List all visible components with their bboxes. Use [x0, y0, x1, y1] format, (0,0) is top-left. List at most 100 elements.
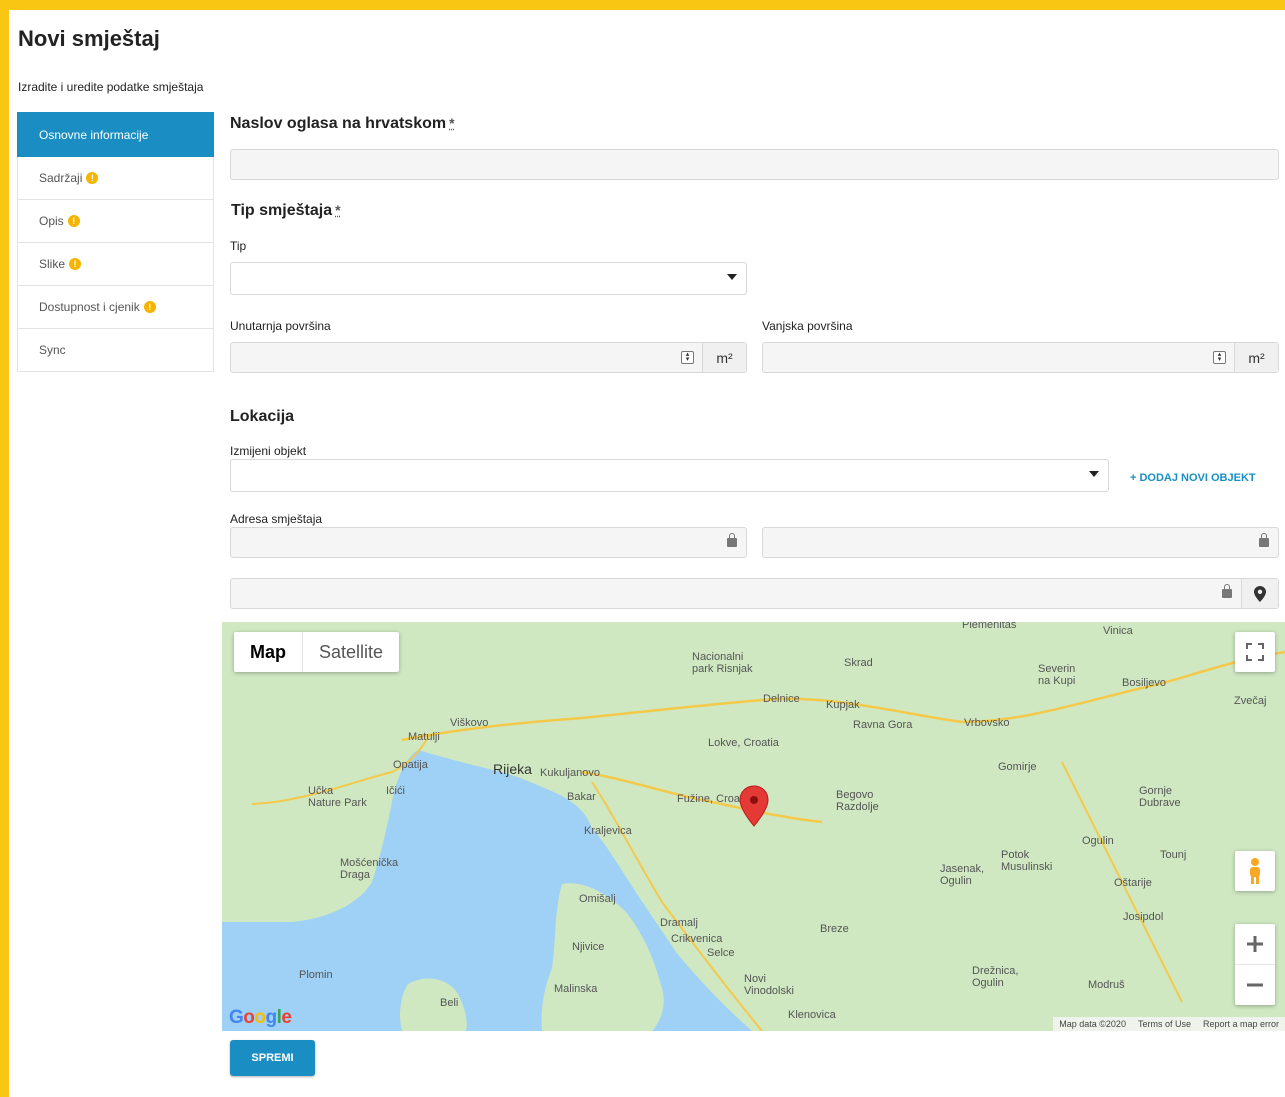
add-new-object-link[interactable]: + DODAJ NOVI OBJEKT: [1130, 472, 1256, 484]
fullscreen-icon: [1246, 643, 1264, 661]
sidebar-item-dostupnost-i-cjenik[interactable]: Dostupnost i cjenik !: [17, 286, 214, 329]
sidebar-item-label: Sync: [39, 343, 66, 357]
heading-text: Naslov oglasa na hrvatskom: [230, 115, 447, 132]
map-place-label: Bosiljevo: [1122, 677, 1166, 689]
map-place-label: Njivice: [572, 941, 604, 953]
sidebar-nav: Osnovne informacije Sadržaji ! Opis ! Sl…: [17, 112, 214, 372]
sidebar-item-label: Osnovne informacije: [39, 127, 149, 142]
map-place-label: Vrbovsko: [964, 717, 1009, 729]
spinner-icon[interactable]: ▴ ▾: [681, 351, 694, 364]
zoom-out-button[interactable]: [1235, 965, 1275, 1005]
google-logo-letter: G: [229, 1007, 244, 1028]
area-unit-addon: m²: [1234, 343, 1278, 372]
listing-title-input[interactable]: [230, 149, 1279, 180]
map-place-label: Ravna Gora: [853, 719, 913, 731]
map-place-label: Selce: [707, 947, 735, 959]
title-section-heading: Naslov oglasa na hrvatskom *: [230, 115, 455, 133]
map-type-map-button[interactable]: Map: [234, 632, 302, 672]
google-logo-letter: o: [254, 1007, 266, 1028]
map-place-label: Crikvenica: [671, 933, 723, 945]
street-view-button[interactable]: [1235, 851, 1275, 891]
warning-icon: !: [86, 172, 99, 184]
inner-area-input[interactable]: ▴ ▾ m²: [230, 342, 747, 373]
map-place-label: Skrad: [844, 657, 873, 669]
lock-icon: [727, 533, 737, 547]
sidebar-item-label: Opis: [39, 214, 64, 228]
map-place-label: Zvečaj: [1234, 695, 1266, 707]
map-place-label: Malinska: [554, 983, 598, 995]
map-place-label: Tounj: [1160, 849, 1186, 861]
warning-icon: !: [67, 215, 80, 227]
map-place-label: Omišalj: [579, 893, 616, 905]
heading-text: Tip smještaja: [231, 202, 333, 219]
address-field-full[interactable]: [230, 578, 1279, 609]
sidebar-item-label: Slike: [39, 257, 66, 271]
map-place-label: Rijeka: [493, 761, 532, 777]
location-map[interactable]: Nacionalni park Risnjak Skrad Delnice Kupjak…: [222, 622, 1285, 1031]
report-map-error-link[interactable]: Report a map error: [1197, 1019, 1285, 1029]
sidebar-item-sync[interactable]: Sync: [17, 329, 214, 372]
terms-of-use-link[interactable]: Terms of Use: [1132, 1019, 1197, 1029]
map-place-label: Plemenitas: [962, 622, 1017, 631]
map-place-label: Opatija: [393, 759, 429, 771]
map-data-credit: Map data ©2020: [1059, 1019, 1126, 1029]
google-logo-letter: e: [281, 1007, 292, 1028]
map-place-label: Gomirje: [998, 761, 1037, 773]
google-logo-letter: o: [243, 1007, 255, 1028]
required-mark: *: [449, 115, 455, 131]
map-place-label: Modruš: [1088, 979, 1125, 991]
sidebar-item-sadrzaji[interactable]: Sadržaji !: [17, 157, 214, 200]
map-place-label: Bakar: [567, 791, 596, 803]
map-attribution: Map data ©2020 Terms of Use Report a map…: [1053, 1017, 1285, 1031]
page-title: Novi smještaj: [18, 26, 160, 51]
chevron-down-icon: [1089, 471, 1099, 477]
lock-icon: [1222, 584, 1232, 598]
map-place-label: Lokve, Croatia: [708, 737, 780, 749]
type-label: Tip: [230, 239, 247, 253]
plus-icon: [1247, 936, 1263, 952]
map-place-label: Plomin: [299, 969, 333, 981]
type-select[interactable]: [230, 262, 747, 295]
spinner-icon[interactable]: ▴ ▾: [1213, 351, 1226, 364]
page-subtitle: Izradite i uredite podatke smještaja: [18, 80, 204, 94]
google-logo: Google: [229, 1007, 292, 1029]
map-canvas[interactable]: Nacionalni park Risnjak SkradDelnice Kupjak…: [222, 622, 1285, 1031]
zoom-in-button[interactable]: [1235, 925, 1275, 965]
location-section-heading: Lokacija: [230, 408, 295, 425]
chevron-down-icon: [727, 274, 737, 280]
sidebar-item-opis[interactable]: Opis !: [17, 200, 214, 243]
zoom-control: [1235, 924, 1275, 1005]
warning-icon: !: [69, 258, 82, 270]
map-place-label: Beli: [440, 997, 458, 1009]
map-place-label: Begovo Razdolje: [836, 789, 879, 813]
pegman-icon: [1250, 858, 1260, 884]
address-field-2[interactable]: [762, 527, 1279, 558]
object-select[interactable]: [230, 459, 1109, 492]
map-pin-button[interactable]: [1241, 579, 1278, 608]
map-marker-icon: [1254, 585, 1266, 602]
map-place-label: Ičići: [386, 785, 405, 797]
lock-icon: [1259, 533, 1269, 547]
map-place-label: Klenovica: [788, 1009, 837, 1021]
address-field-1[interactable]: [230, 527, 747, 558]
map-type-control: Map Satellite: [234, 632, 400, 672]
map-place-label: Breze: [820, 923, 849, 935]
save-button[interactable]: SPREMI: [230, 1040, 315, 1076]
sidebar-item-slike[interactable]: Slike !: [17, 243, 214, 286]
inner-area-label: Unutarnja površina: [230, 319, 331, 333]
map-place-label: Kukuljanovo: [540, 767, 600, 779]
map-place-label: Kupjak: [826, 699, 860, 711]
map-place-label: Kraljevica: [584, 825, 633, 837]
area-unit-addon: m²: [702, 343, 746, 372]
map-place-label: Ogulin: [1082, 835, 1114, 847]
outer-area-input[interactable]: ▴ ▾ m²: [762, 342, 1279, 373]
type-section-heading: Tip smještaja *: [231, 202, 341, 220]
map-place-label: Delnice: [763, 693, 800, 705]
page-container: Novi smještaj Izradite i uredite podatke…: [9, 10, 1285, 1097]
google-logo-letter: g: [265, 1007, 278, 1028]
sidebar-item-osnovne-informacije[interactable]: Osnovne informacije: [17, 112, 214, 157]
outer-area-label: Vanjska površina: [762, 319, 853, 333]
fullscreen-button[interactable]: [1235, 632, 1275, 672]
map-type-satellite-button[interactable]: Satellite: [302, 632, 399, 672]
map-place-label: Dramalj: [660, 917, 698, 929]
